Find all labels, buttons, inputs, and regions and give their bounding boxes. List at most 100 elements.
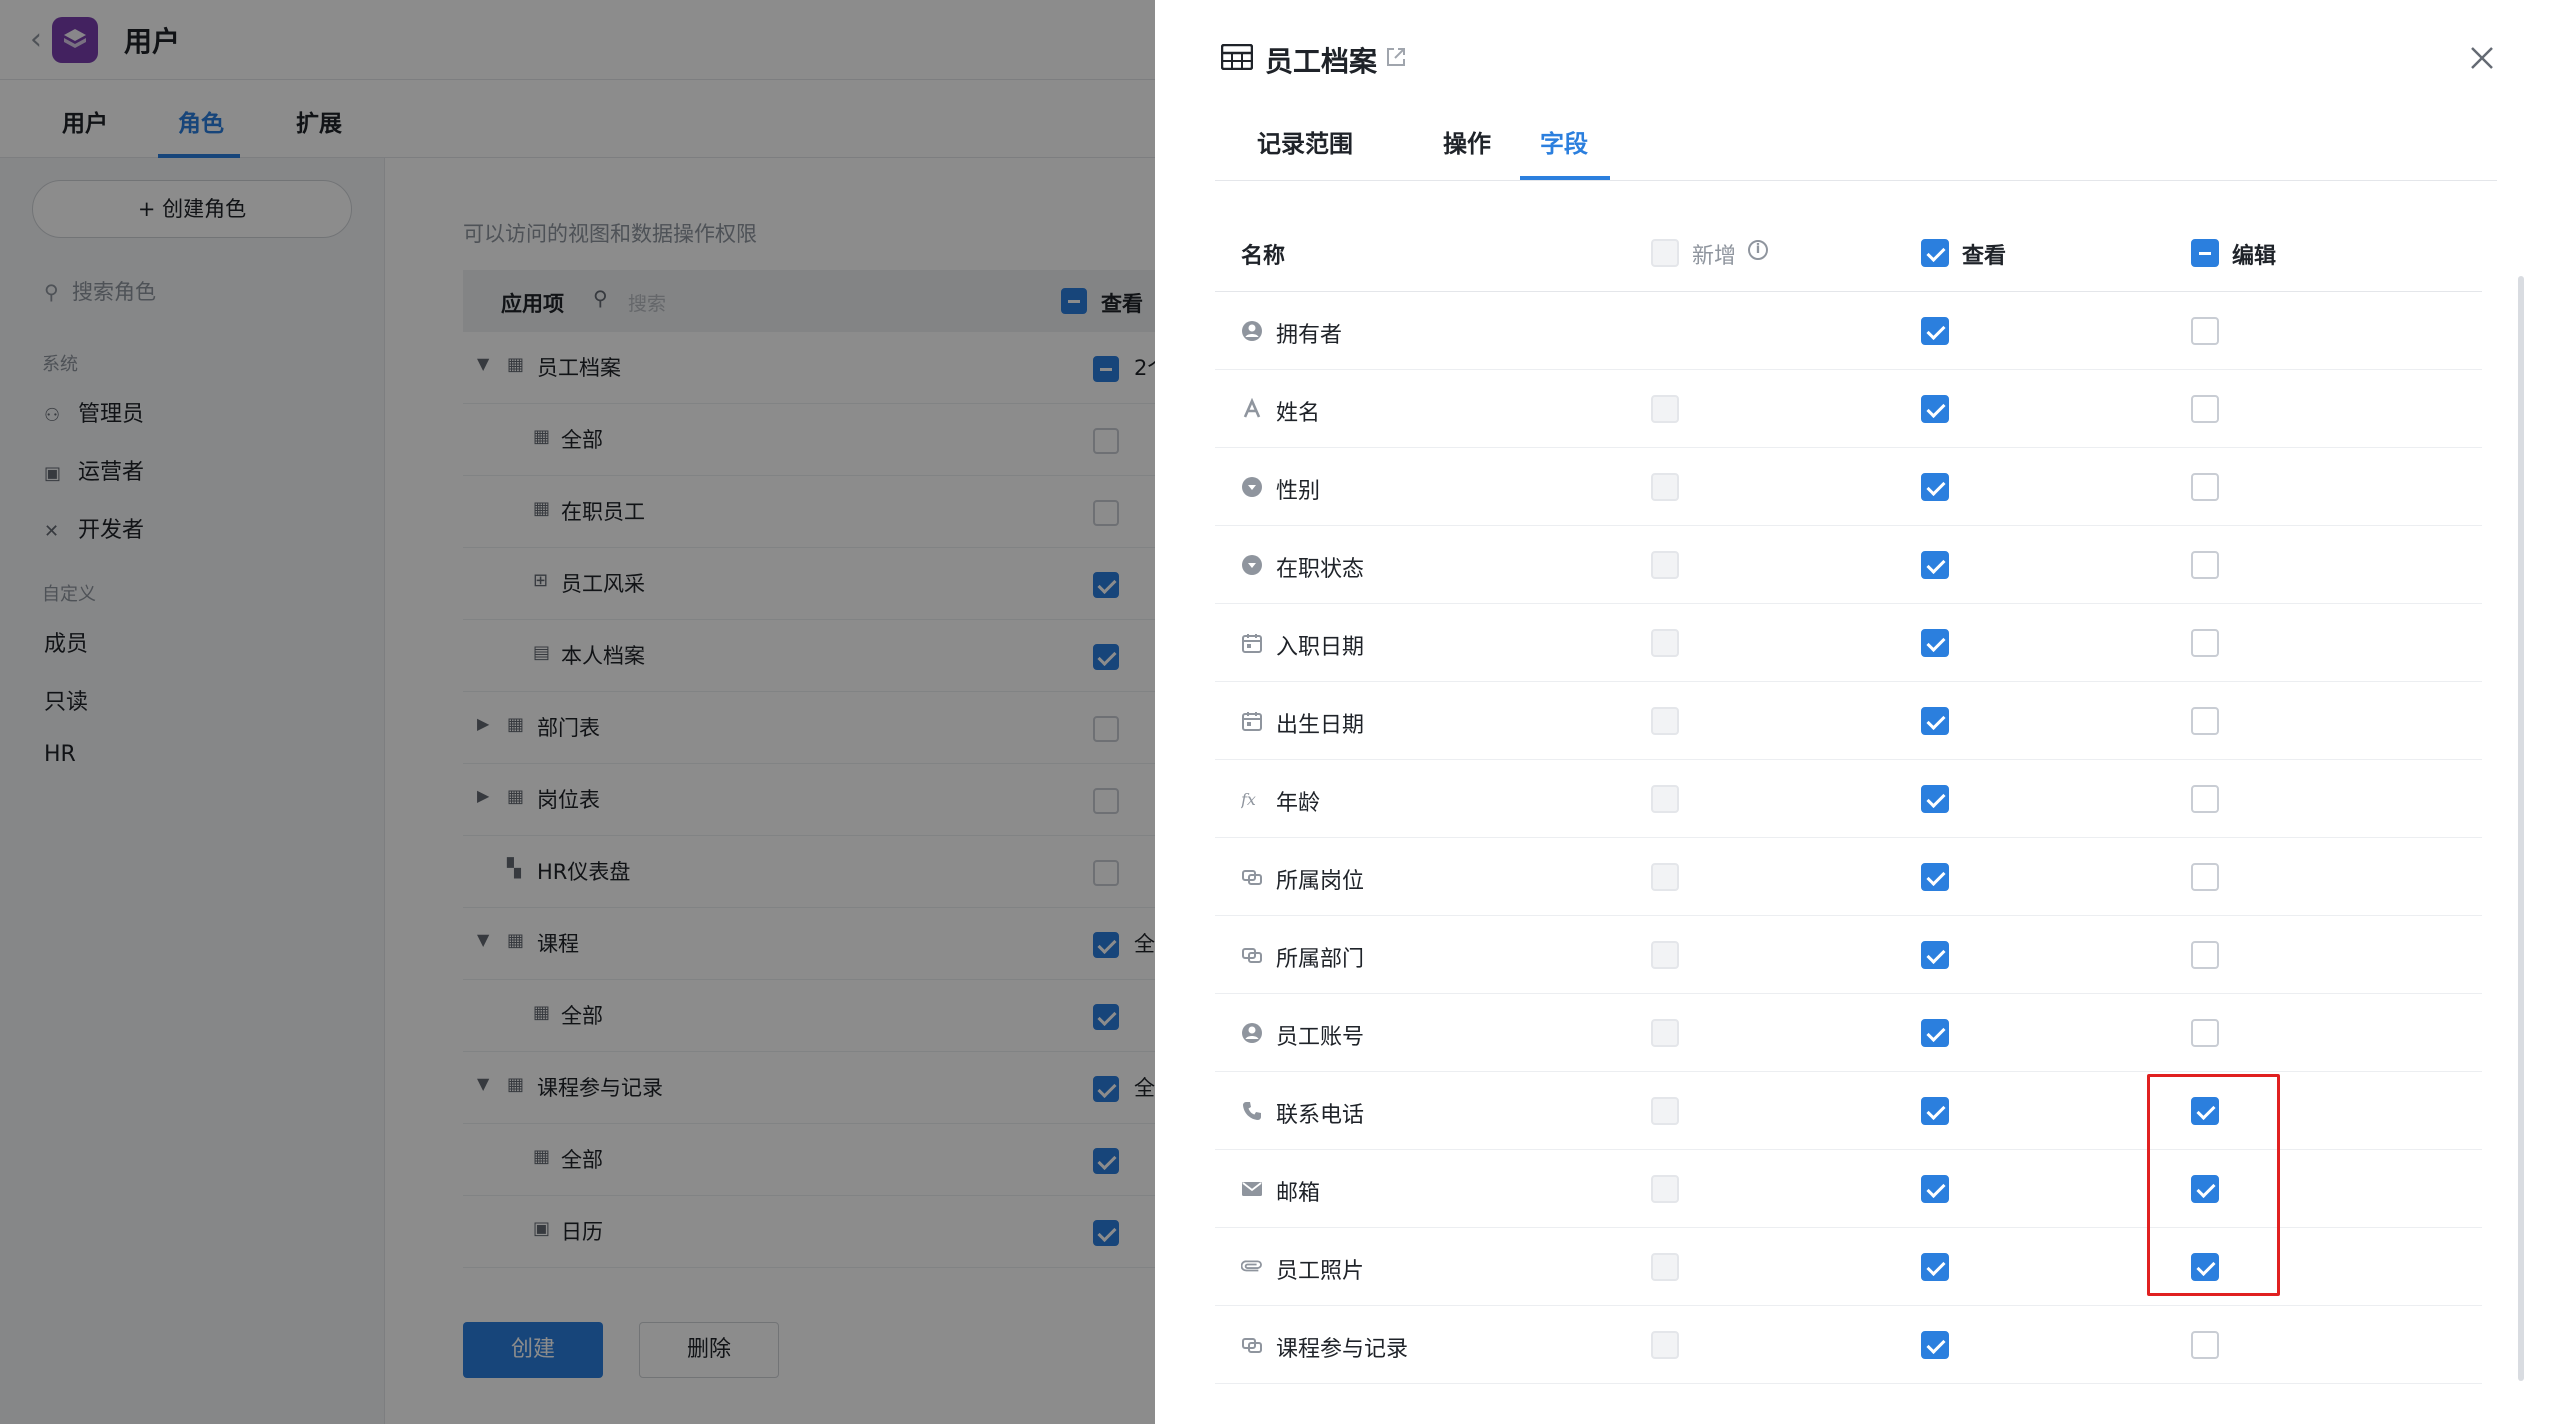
attachment-icon <box>1241 1260 1262 1272</box>
field-row-photo: 员工照片 <box>1215 1228 2482 1306</box>
view-checkbox[interactable] <box>1921 473 1949 501</box>
view-checkbox[interactable] <box>1921 707 1949 735</box>
view-all-checkbox[interactable] <box>1921 239 1949 267</box>
edit-checkbox[interactable] <box>2191 863 2219 891</box>
view-checkbox[interactable] <box>1921 941 1949 969</box>
svg-text:fx: fx <box>1241 790 1256 809</box>
field-row-owner: 拥有者 <box>1215 292 2482 370</box>
edit-checkbox[interactable] <box>2191 629 2219 657</box>
field-name: 员工账号 <box>1276 1025 1365 1050</box>
view-checkbox[interactable] <box>1921 317 1949 345</box>
edit-checkbox[interactable] <box>2191 473 2219 501</box>
add-checkbox <box>1651 395 1679 423</box>
user-icon <box>1242 1023 1262 1043</box>
edit-checkbox[interactable] <box>2191 785 2219 813</box>
edit-checkbox[interactable] <box>2191 551 2219 579</box>
field-row-email: 邮箱 <box>1215 1150 2482 1228</box>
calendar-icon <box>1242 634 1262 653</box>
field-table-header: 名称 新增 i 查看 编辑 <box>1215 214 2482 292</box>
table-icon <box>1221 44 1253 70</box>
add-checkbox <box>1651 1019 1679 1047</box>
external-link-icon[interactable] <box>1385 46 1407 68</box>
drawer-title: 员工档案 <box>1265 45 1378 78</box>
add-checkbox <box>1651 1097 1679 1125</box>
calendar-icon <box>1242 712 1262 731</box>
field-permission-drawer: 员工档案 记录范围 操作 字段 名称 新增 i 查看 编辑 拥有者 姓名 性别 … <box>1155 0 2560 1424</box>
field-row-age: fx 年龄 <box>1215 760 2482 838</box>
field-row-gender: 性别 <box>1215 448 2482 526</box>
view-column-header: 查看 <box>1962 244 2007 269</box>
field-row-phone: 联系电话 <box>1215 1072 2482 1150</box>
edit-checkbox[interactable] <box>2191 1019 2219 1047</box>
view-checkbox[interactable] <box>1921 395 1949 423</box>
field-name: 邮箱 <box>1276 1181 1321 1206</box>
add-checkbox <box>1651 629 1679 657</box>
close-icon[interactable] <box>2462 38 2502 78</box>
field-name: 出生日期 <box>1276 713 1365 738</box>
view-checkbox[interactable] <box>1921 785 1949 813</box>
link-icon <box>1242 948 1262 963</box>
field-name: 员工照片 <box>1276 1259 1365 1284</box>
edit-checkbox[interactable] <box>2191 941 2219 969</box>
edit-checkbox[interactable] <box>2191 1331 2219 1359</box>
add-column-header: 新增 <box>1692 244 1737 269</box>
field-name: 所属岗位 <box>1276 869 1365 894</box>
add-checkbox <box>1651 707 1679 735</box>
field-name: 课程参与记录 <box>1276 1337 1409 1362</box>
field-row-employee-account: 员工账号 <box>1215 994 2482 1072</box>
highlight-annotation <box>2147 1074 2280 1296</box>
field-row-hire-date: 入职日期 <box>1215 604 2482 682</box>
formula-icon: fx <box>1241 790 1256 809</box>
phone-icon <box>1243 1102 1261 1120</box>
edit-checkbox[interactable] <box>2191 317 2219 345</box>
add-checkbox <box>1651 551 1679 579</box>
add-checkbox <box>1651 1175 1679 1203</box>
tab-record-scope[interactable]: 记录范围 <box>1257 124 1353 159</box>
tab-operations[interactable]: 操作 <box>1443 124 1491 159</box>
field-row-birth-date: 出生日期 <box>1215 682 2482 760</box>
field-name: 姓名 <box>1276 401 1321 426</box>
field-name: 入职日期 <box>1276 635 1365 660</box>
email-icon <box>1242 1182 1262 1196</box>
view-checkbox[interactable] <box>1921 1097 1949 1125</box>
field-row-course-records: 课程参与记录 <box>1215 1306 2482 1384</box>
add-checkbox <box>1651 1331 1679 1359</box>
view-checkbox[interactable] <box>1921 1331 1949 1359</box>
view-checkbox[interactable] <box>1921 551 1949 579</box>
view-checkbox[interactable] <box>1921 1019 1949 1047</box>
view-checkbox[interactable] <box>1921 1175 1949 1203</box>
text-icon <box>1243 398 1261 418</box>
field-row-name: 姓名 <box>1215 370 2482 448</box>
field-name: 联系电话 <box>1276 1103 1365 1128</box>
view-checkbox[interactable] <box>1921 863 1949 891</box>
field-row-position: 所属岗位 <box>1215 838 2482 916</box>
add-checkbox <box>1651 863 1679 891</box>
edit-checkbox[interactable] <box>2191 395 2219 423</box>
add-checkbox <box>1651 1253 1679 1281</box>
add-checkbox <box>1651 473 1679 501</box>
field-name: 所属部门 <box>1276 947 1365 972</box>
edit-checkbox[interactable] <box>2191 707 2219 735</box>
field-row-employment-status: 在职状态 <box>1215 526 2482 604</box>
tab-fields[interactable]: 字段 <box>1540 124 1588 159</box>
info-icon[interactable]: i <box>1748 240 1768 260</box>
field-row-department: 所属部门 <box>1215 916 2482 994</box>
view-checkbox[interactable] <box>1921 1253 1949 1281</box>
link-icon <box>1242 870 1262 885</box>
tabs-divider <box>1215 180 2497 181</box>
user-icon <box>1242 321 1262 341</box>
name-column-header: 名称 <box>1241 244 1286 269</box>
scrollbar[interactable] <box>2518 276 2524 1381</box>
single-select-icon <box>1242 477 1262 497</box>
view-checkbox[interactable] <box>1921 629 1949 657</box>
edit-all-checkbox[interactable] <box>2191 239 2219 267</box>
field-name: 年龄 <box>1276 791 1321 816</box>
add-all-checkbox <box>1651 239 1679 267</box>
modal-overlay[interactable] <box>0 0 1155 1424</box>
single-select-icon <box>1242 555 1262 575</box>
edit-column-header: 编辑 <box>2232 244 2277 269</box>
link-icon <box>1242 1338 1262 1353</box>
field-name: 在职状态 <box>1276 557 1365 582</box>
add-checkbox <box>1651 941 1679 969</box>
field-name: 拥有者 <box>1276 323 1343 348</box>
